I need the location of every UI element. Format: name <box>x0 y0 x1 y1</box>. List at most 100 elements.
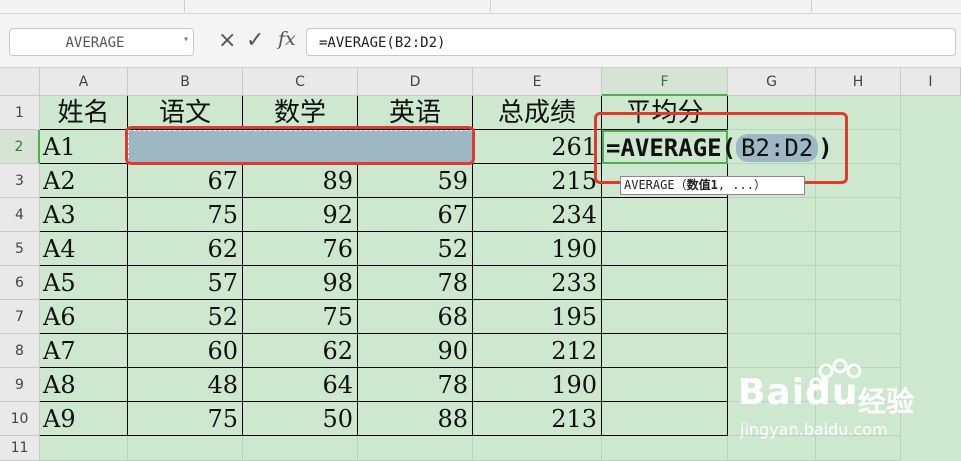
watermark-suffix: 经验 <box>858 385 915 418</box>
cell-d4[interactable]: 67 <box>358 198 473 232</box>
cell-b7[interactable]: 52 <box>128 300 243 334</box>
column-header-e[interactable]: E <box>473 68 602 96</box>
row-header-5[interactable]: 5 <box>0 232 40 266</box>
cell-c7[interactable]: 75 <box>243 300 358 334</box>
cell-a6[interactable]: A5 <box>40 266 128 300</box>
cell-c11[interactable] <box>243 436 358 461</box>
select-all-corner[interactable] <box>0 68 40 96</box>
cell-c9[interactable]: 64 <box>243 368 358 402</box>
cell-h5[interactable] <box>816 232 901 266</box>
row-header-9[interactable]: 9 <box>0 368 40 402</box>
cell-e1[interactable]: 总成绩 <box>473 96 602 130</box>
cell-c1[interactable]: 数学 <box>243 96 358 130</box>
cell-d11[interactable] <box>358 436 473 461</box>
cell-f4[interactable] <box>602 198 728 232</box>
cell-a3[interactable]: A2 <box>40 164 128 198</box>
cell-b11[interactable] <box>128 436 243 461</box>
column-header-h[interactable]: H <box>816 68 901 96</box>
name-box[interactable]: AVERAGE ▾ <box>9 28 194 56</box>
row-header-4[interactable]: 4 <box>0 198 40 232</box>
range-highlight-box <box>125 126 475 165</box>
cell-e8[interactable]: 212 <box>473 334 602 368</box>
cell-g5[interactable] <box>728 232 816 266</box>
fx-icon[interactable]: fx <box>278 28 296 50</box>
cell-b6[interactable]: 57 <box>128 266 243 300</box>
cell-d3[interactable]: 59 <box>358 164 473 198</box>
cell-e3[interactable]: 215 <box>473 164 602 198</box>
formula-highlight-box <box>594 112 848 184</box>
cell-e11[interactable] <box>473 436 602 461</box>
cell-e10[interactable]: 213 <box>473 402 602 436</box>
cell-g6[interactable] <box>728 266 816 300</box>
cell-b8[interactable]: 60 <box>128 334 243 368</box>
row-header-1[interactable]: 1 <box>0 96 40 130</box>
formula-input[interactable]: =AVERAGE(B2:D2) <box>306 28 956 56</box>
row-header-2[interactable]: 2 <box>0 130 40 164</box>
cell-c6[interactable]: 98 <box>243 266 358 300</box>
cell-e7[interactable]: 195 <box>473 300 602 334</box>
cell-c8[interactable]: 62 <box>243 334 358 368</box>
cell-c3[interactable]: 89 <box>243 164 358 198</box>
cell-h6[interactable] <box>816 266 901 300</box>
cell-h7[interactable] <box>816 300 901 334</box>
cell-a1[interactable]: 姓名 <box>40 96 128 130</box>
column-header-a[interactable]: A <box>40 68 128 96</box>
cell-a2[interactable]: A1 <box>40 130 128 164</box>
cell-g7[interactable] <box>728 300 816 334</box>
cell-f9[interactable] <box>602 368 728 402</box>
cell-b10[interactable]: 75 <box>128 402 243 436</box>
cell-d8[interactable]: 90 <box>358 334 473 368</box>
cell-c5[interactable]: 76 <box>243 232 358 266</box>
tooltip-rest: , ...） <box>717 178 766 192</box>
cell-c10[interactable]: 50 <box>243 402 358 436</box>
column-header-d[interactable]: D <box>358 68 473 96</box>
cell-a8[interactable]: A7 <box>40 334 128 368</box>
cell-a9[interactable]: A8 <box>40 368 128 402</box>
cell-a5[interactable]: A4 <box>40 232 128 266</box>
cell-e9[interactable]: 190 <box>473 368 602 402</box>
column-header-b[interactable]: B <box>128 68 243 96</box>
cell-a10[interactable]: A9 <box>40 402 128 436</box>
cell-c4[interactable]: 92 <box>243 198 358 232</box>
column-header-i[interactable]: I <box>901 68 961 96</box>
cell-f8[interactable] <box>602 334 728 368</box>
row-header-7[interactable]: 7 <box>0 300 40 334</box>
cell-e4[interactable]: 234 <box>473 198 602 232</box>
cell-d1[interactable]: 英语 <box>358 96 473 130</box>
column-header-c[interactable]: C <box>243 68 358 96</box>
column-header-g[interactable]: G <box>728 68 816 96</box>
cell-b4[interactable]: 75 <box>128 198 243 232</box>
cell-b9[interactable]: 48 <box>128 368 243 402</box>
cell-g4[interactable] <box>728 198 816 232</box>
cell-b5[interactable]: 62 <box>128 232 243 266</box>
cell-f11[interactable] <box>602 436 728 461</box>
row-header-11[interactable]: 11 <box>0 436 40 461</box>
row-header-3[interactable]: 3 <box>0 164 40 198</box>
cell-h4[interactable] <box>816 198 901 232</box>
cell-f6[interactable] <box>602 266 728 300</box>
cell-d9[interactable]: 78 <box>358 368 473 402</box>
cell-a7[interactable]: A6 <box>40 300 128 334</box>
confirm-icon[interactable]: ✓ <box>246 28 264 53</box>
cell-f7[interactable] <box>602 300 728 334</box>
row-header-10[interactable]: 10 <box>0 402 40 436</box>
cell-f10[interactable] <box>602 402 728 436</box>
cell-b3[interactable]: 67 <box>128 164 243 198</box>
column-header-f[interactable]: F <box>602 68 728 96</box>
cell-e2[interactable]: 261 <box>473 130 602 164</box>
cell-b1[interactable]: 语文 <box>128 96 243 130</box>
cell-d6[interactable]: 78 <box>358 266 473 300</box>
row-header-8[interactable]: 8 <box>0 334 40 368</box>
chevron-down-icon[interactable]: ▾ <box>183 34 189 45</box>
baidu-watermark: Baidu 经验 jingyan.baidu.com <box>738 358 953 448</box>
row-header-6[interactable]: 6 <box>0 266 40 300</box>
cell-f5[interactable] <box>602 232 728 266</box>
cell-d5[interactable]: 52 <box>358 232 473 266</box>
cell-e6[interactable]: 233 <box>473 266 602 300</box>
cell-d10[interactable]: 88 <box>358 402 473 436</box>
cell-d7[interactable]: 68 <box>358 300 473 334</box>
cell-e5[interactable]: 190 <box>473 232 602 266</box>
cell-a4[interactable]: A3 <box>40 198 128 232</box>
cell-a11[interactable] <box>40 436 128 461</box>
cancel-icon[interactable]: × <box>218 28 236 53</box>
